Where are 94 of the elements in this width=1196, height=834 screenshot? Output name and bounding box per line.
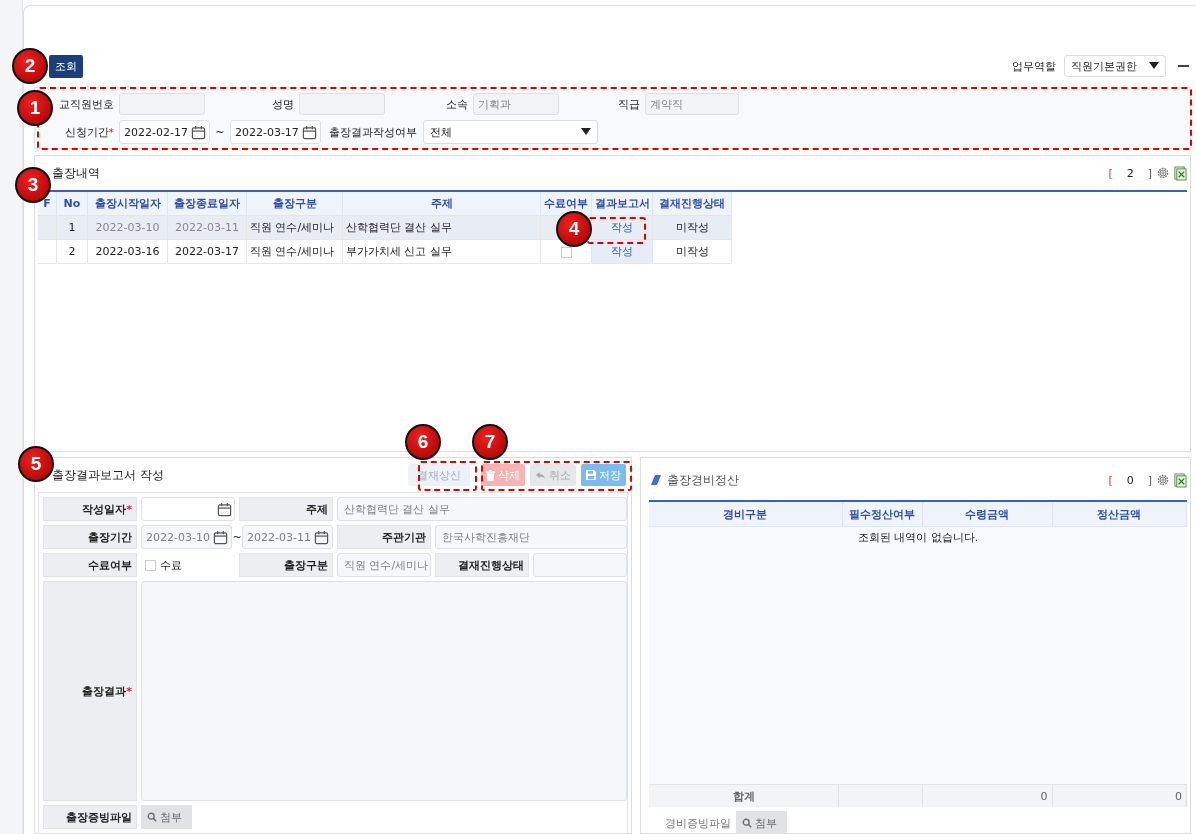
calendar-icon[interactable] <box>217 501 232 517</box>
input-field[interactable]: 산학협력단 결산 실무 <box>337 497 627 521</box>
dropdown-icon <box>1149 62 1159 70</box>
table-cell: 2022-03-16 <box>87 239 168 264</box>
field-label: 수료여부 <box>43 553 137 577</box>
calendar-icon[interactable] <box>301 124 317 140</box>
checkbox-label: 수료 <box>160 557 182 573</box>
column-header: 수령금액 <box>922 502 1053 526</box>
table-cell: 직원 연수/세미나 <box>246 239 343 264</box>
search-icon <box>147 812 157 822</box>
field-label: 출장결과작성여부 <box>327 124 418 140</box>
field-label: 작성일자* <box>43 497 137 521</box>
column-header: No <box>56 192 88 216</box>
field-label: 출장기간 <box>43 525 137 549</box>
column-header: 출장구분 <box>246 192 343 216</box>
field-label: 신청기간* <box>63 124 115 140</box>
checkbox[interactable] <box>560 246 572 258</box>
date-field[interactable]: 2022-03-10 <box>141 525 232 549</box>
section-title: 출장내역 <box>51 165 100 181</box>
column-header: 필수정산여부 <box>842 502 923 526</box>
row-count: 0 <box>1125 473 1135 487</box>
date-field[interactable]: 2022-03-17 <box>229 120 321 144</box>
attach-button[interactable]: 첨부 <box>736 811 787 834</box>
column-header: 결과보고서 <box>591 192 653 216</box>
field-label: 출장구분 <box>239 553 333 577</box>
calendar-icon[interactable] <box>314 529 329 545</box>
excel-icon[interactable] <box>1174 472 1187 488</box>
field-label: 경비증빙파일 <box>665 815 731 831</box>
calendar-icon[interactable] <box>212 529 228 545</box>
section-title: 출장경비정산 <box>666 472 739 488</box>
callout-marker: 2 <box>12 48 48 84</box>
settings-icon[interactable] <box>1156 473 1170 487</box>
date-field[interactable] <box>141 497 235 521</box>
total-label: 합계 <box>649 785 840 807</box>
field-label: 주제 <box>239 497 333 521</box>
status-select[interactable]: 전체 <box>422 120 598 144</box>
role-select[interactable]: 직원기본권한 <box>1064 55 1166 77</box>
input-field[interactable] <box>299 93 385 115</box>
field-label: 출장결과* <box>43 581 137 801</box>
highlight-frame <box>418 461 477 491</box>
field-label: 결재진행상태 <box>435 553 529 577</box>
input-field[interactable]: 직원 연수/세미나 <box>337 553 431 577</box>
input-field[interactable]: 한국사학진흥재단 <box>435 525 627 549</box>
date-field[interactable]: 2022-03-11 <box>242 525 333 549</box>
field-label: 소속 <box>445 96 469 112</box>
field-label: 성명 <box>271 96 295 112</box>
table-row[interactable]: 2 2022-03-16 2022-03-17 직원 연수/세미나 부가가치세 신고 실무 작성 미작성 <box>38 239 732 264</box>
column-header: 경비구분 <box>649 502 843 526</box>
checkbox[interactable] <box>145 559 156 571</box>
range-separator: ~ <box>231 530 243 544</box>
table-cell: 2022-03-17 <box>167 239 247 264</box>
column-header: 출장시작일자 <box>87 192 168 216</box>
table-cell: 미작성 <box>652 239 732 264</box>
dropdown-icon <box>580 128 591 136</box>
input-field[interactable]: 계약직 <box>645 93 739 115</box>
column-header: 출장종료일자 <box>167 192 247 216</box>
field-label: 교직원번호 <box>58 96 115 112</box>
input-field[interactable] <box>119 93 205 115</box>
collapse-icon[interactable] <box>1178 64 1189 68</box>
attach-button[interactable]: 첨부 <box>141 805 192 829</box>
count-bracket: ] <box>1147 473 1152 487</box>
field-label: 출장증빙파일 <box>43 805 137 829</box>
table-cell: 0 <box>1052 785 1187 807</box>
role-label: 업무역할 <box>1012 58 1056 74</box>
field-label: 주관기관 <box>337 525 431 549</box>
title-icon <box>651 475 661 485</box>
count-bracket: [ <box>1108 166 1113 180</box>
column-header: 주제 <box>342 192 541 216</box>
search-button[interactable]: 조회 <box>49 54 83 78</box>
table-cell: 0 <box>922 785 1053 807</box>
search-icon <box>742 818 752 828</box>
row-count: 2 <box>1125 166 1135 180</box>
field-label: 직급 <box>617 96 641 112</box>
trash-icon <box>486 469 495 481</box>
column-header: 정산금액 <box>1052 502 1187 526</box>
undo-icon <box>535 470 546 480</box>
save-icon <box>586 470 596 480</box>
count-bracket: ] <box>1147 166 1152 180</box>
date-field[interactable]: 2022-02-17 <box>119 120 210 144</box>
settings-icon[interactable] <box>1156 166 1170 180</box>
table-cell: 2 <box>56 239 88 264</box>
column-header: 결재진행상태 <box>652 192 732 216</box>
column-header: 수료여부 <box>540 192 592 216</box>
calendar-icon[interactable] <box>190 124 206 140</box>
empty-message: 조회된 내역이 없습니다. <box>857 530 979 545</box>
table-cell: 부가가치세 신고 실무 <box>342 239 541 264</box>
section-title: 출장결과보고서 작성 <box>51 467 164 483</box>
range-separator: ~ <box>214 125 226 139</box>
table-cell: 산학협력단 결산 실무 <box>342 215 541 240</box>
excel-icon[interactable] <box>1174 165 1187 181</box>
count-bracket: [ <box>1108 473 1113 487</box>
table-cell: 직원 연수/세미나 <box>246 215 343 240</box>
input-field[interactable]: 기획과 <box>473 93 559 115</box>
input-field[interactable] <box>533 553 627 577</box>
